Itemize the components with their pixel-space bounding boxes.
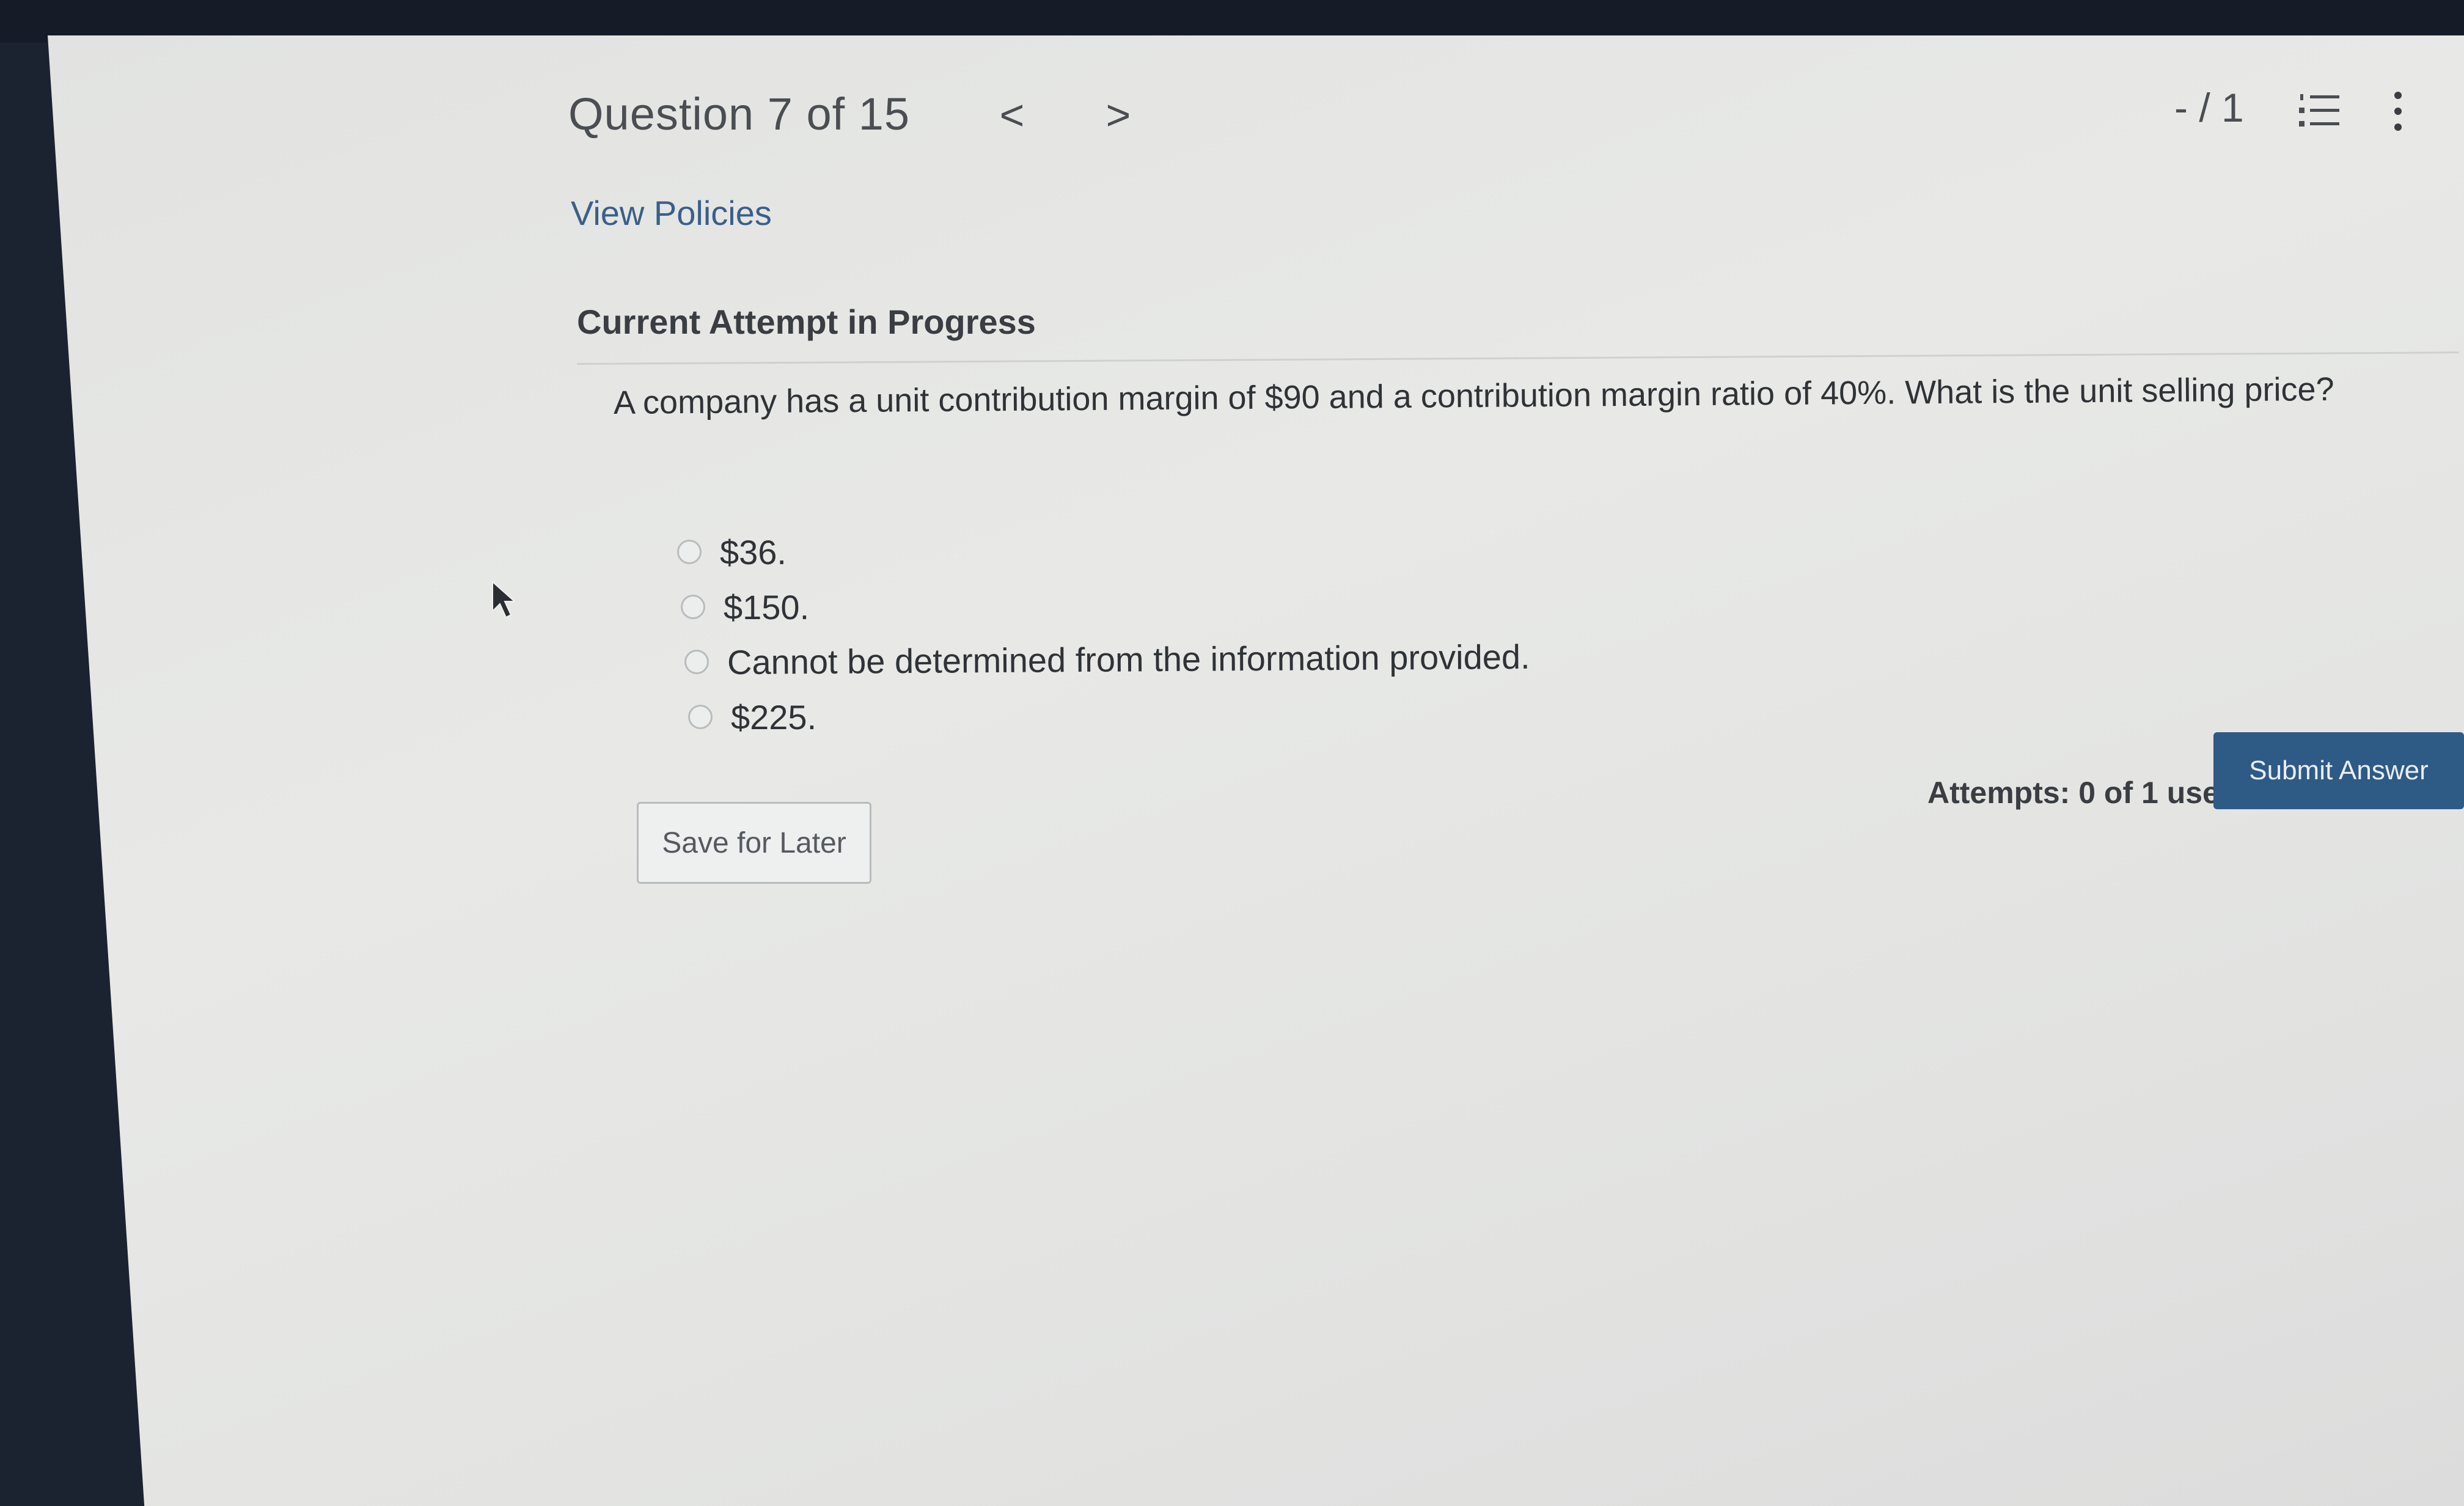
save-for-later-button[interactable]: Save for Later bbox=[637, 802, 871, 884]
previous-question-button[interactable]: < bbox=[988, 90, 1036, 139]
answer-option-label: $36. bbox=[720, 532, 787, 571]
question-text: A company has a unit contribution margin… bbox=[613, 370, 2334, 421]
submit-answer-button[interactable]: Submit Answer bbox=[2213, 732, 2464, 809]
section-divider bbox=[576, 351, 2459, 365]
answer-option-label: Cannot be determined from the informatio… bbox=[727, 637, 1530, 681]
attempt-section-title: Current Attempt in Progress bbox=[577, 303, 1036, 341]
answer-option[interactable]: Cannot be determined from the informatio… bbox=[684, 634, 1530, 689]
answer-option[interactable]: $150. bbox=[681, 579, 1530, 634]
answer-option[interactable]: $225. bbox=[688, 689, 1530, 744]
radio-button[interactable] bbox=[681, 595, 705, 619]
score-display: - / 1 bbox=[2174, 85, 2244, 130]
radio-button[interactable] bbox=[677, 540, 702, 564]
answer-options: $36. $150. Cannot be determined from the… bbox=[677, 524, 1530, 744]
next-question-button[interactable]: > bbox=[1094, 90, 1143, 139]
quiz-screen: Question 7 of 15 < > - / 1 View Policies… bbox=[48, 35, 2464, 1506]
answer-option-label: $150. bbox=[724, 587, 810, 626]
radio-button[interactable] bbox=[684, 650, 709, 674]
view-policies-link[interactable]: View Policies bbox=[571, 193, 772, 233]
attempts-counter: Attempts: 0 of 1 used bbox=[1927, 776, 2238, 810]
more-options-icon[interactable] bbox=[2386, 87, 2410, 136]
answer-option-label: $225. bbox=[731, 697, 817, 736]
answer-option[interactable]: $36. bbox=[677, 524, 1530, 579]
question-header: Question 7 of 15 < > - / 1 bbox=[48, 35, 2464, 176]
question-list-icon[interactable] bbox=[2297, 88, 2343, 134]
mouse-pointer-icon bbox=[489, 579, 519, 622]
question-title: Question 7 of 15 bbox=[568, 89, 911, 139]
radio-button[interactable] bbox=[688, 705, 713, 729]
